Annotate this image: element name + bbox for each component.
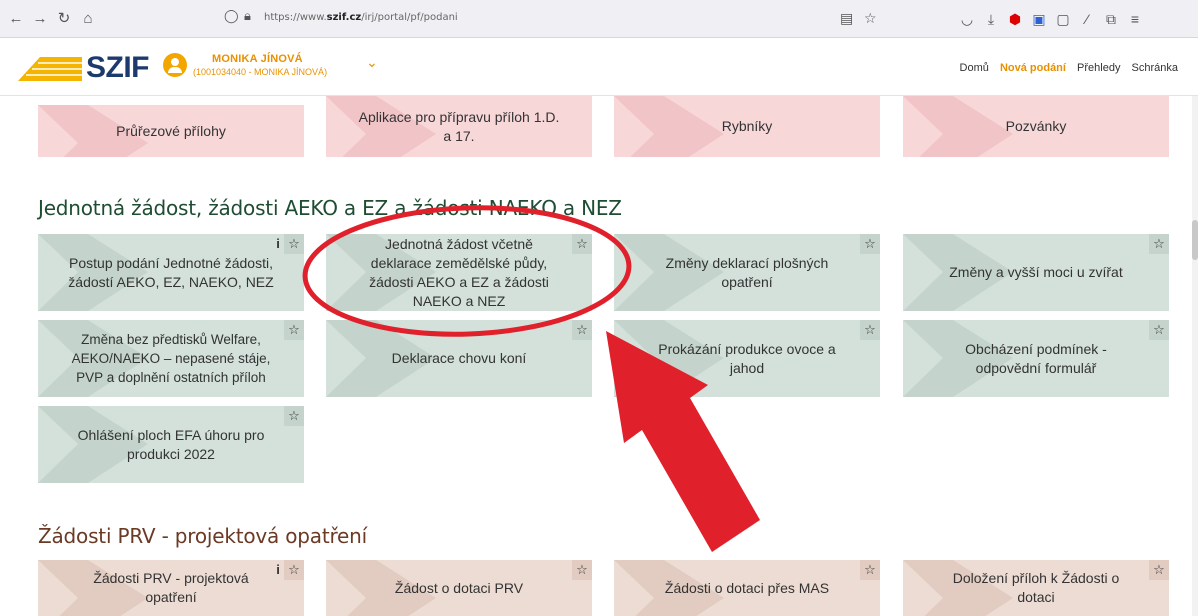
ublock-icon[interactable]: ⬢: [1006, 10, 1024, 28]
scrollbar-thumb[interactable]: [1192, 220, 1198, 260]
url-prefix: https://www.: [264, 12, 327, 23]
tile-label: Průřezové přílohy: [116, 122, 226, 139]
menu-icon[interactable]: ≡: [1126, 10, 1144, 28]
nav-new-submission[interactable]: Nová podání: [1000, 62, 1066, 74]
tile-label: Pozvánky: [1005, 118, 1067, 134]
tile-aplikace-prilohy[interactable]: Aplikace pro přípravu příloh 1.D. a 17.: [326, 96, 592, 157]
tile-zmeny-zvirat[interactable]: Změny a vyšší moci u zvířat ☆: [903, 234, 1169, 311]
logo-text[interactable]: SZIF: [86, 51, 150, 85]
star-icon[interactable]: ☆: [572, 320, 592, 340]
tile-dolozeni-priloh[interactable]: Doložení příloh k Žádosti o dotaci ☆: [903, 560, 1169, 616]
chevron-down-icon[interactable]: ⌄: [366, 54, 378, 71]
download-icon[interactable]: ⤓: [982, 10, 1000, 28]
nav-home[interactable]: Domů: [960, 62, 989, 74]
tile-label: Prokázání produkce ovoce a jahod: [658, 340, 836, 376]
tile-rybniky[interactable]: Rybníky: [614, 96, 880, 157]
tile-zmeny-deklaraci[interactable]: Změny deklarací plošných opatření ☆: [614, 234, 880, 311]
translate-extension-icon[interactable]: ▣: [1030, 10, 1048, 28]
tile-zadost-o-dotaci-prv[interactable]: Žádost o dotaci PRV ☆: [326, 560, 592, 616]
tile-label: Postup podání Jednotné žádosti, žádostí …: [68, 254, 274, 290]
star-icon[interactable]: ☆: [284, 234, 304, 254]
nav-inbox[interactable]: Schránka: [1132, 62, 1178, 74]
reader-icon[interactable]: ▢: [1054, 10, 1072, 28]
tile-label: Změny a vyšší moci u zvířat: [949, 264, 1123, 280]
tile-ohlaseni-efa[interactable]: Ohlášení ploch EFA úhoru pro produkci 20…: [38, 406, 304, 483]
url-text[interactable]: https://www.szif.cz/irj/portal/pf/podani: [264, 12, 458, 23]
star-icon[interactable]: ☆: [1149, 560, 1169, 580]
tile-label: Obcházení podmínek - odpovědní formulář: [965, 340, 1107, 376]
star-icon[interactable]: ☆: [860, 320, 880, 340]
star-icon[interactable]: ☆: [572, 234, 592, 254]
star-icon[interactable]: ☆: [860, 234, 880, 254]
tile-zadosti-mas[interactable]: Žádosti o dotaci přes MAS ☆: [614, 560, 880, 616]
eyedropper-icon[interactable]: ⁄: [1078, 10, 1096, 28]
translate-page-icon[interactable]: ▤: [840, 10, 853, 27]
tile-label: Žádosti PRV - projektová opatření: [93, 570, 249, 605]
tile-label: Jednotná žádost včetně deklarace zeměděl…: [369, 235, 549, 309]
star-icon[interactable]: ☆: [860, 560, 880, 580]
page-scrollbar[interactable]: [1192, 96, 1198, 616]
tile-label: Doložení příloh k Žádosti o dotaci: [952, 570, 1120, 605]
tile-label: Aplikace pro přípravu příloh 1.D. a 17.: [358, 108, 560, 144]
top-nav: Domů Nová podání Přehledy Schránka: [952, 62, 1178, 74]
tile-label: Žádost o dotaci PRV: [394, 579, 524, 596]
back-icon[interactable]: ←: [6, 9, 26, 29]
tile-zadosti-prv[interactable]: Žádosti PRV - projektová opatření i ☆: [38, 560, 304, 616]
star-icon[interactable]: ☆: [284, 560, 304, 580]
user-icon[interactable]: [163, 53, 187, 77]
home-icon[interactable]: ⌂: [78, 9, 98, 29]
star-icon[interactable]: ☆: [572, 560, 592, 580]
tile-pozvanky[interactable]: Pozvánky: [903, 96, 1169, 157]
bookmark-star-icon[interactable]: ☆: [864, 10, 877, 27]
tile-postup-podani[interactable]: Postup podání Jednotné žádosti, žádostí …: [38, 234, 304, 311]
tile-zmena-bez-predtisku[interactable]: Změna bez předtisků Welfare, AEKO/NAEKO …: [38, 320, 304, 397]
tile-deklarace-koni[interactable]: Deklarace chovu koní ☆: [326, 320, 592, 397]
szif-logo-icon[interactable]: [18, 57, 82, 81]
extensions-icon[interactable]: ⧉: [1102, 10, 1120, 28]
tile-prokazani-produkce[interactable]: Prokázání produkce ovoce a jahod ☆: [614, 320, 880, 397]
tile-prurezove-prilohy[interactable]: Průřezové přílohy: [38, 105, 304, 157]
star-icon[interactable]: ☆: [284, 320, 304, 340]
url-path: /irj/portal/pf/podani: [361, 12, 458, 23]
star-icon[interactable]: ☆: [1149, 320, 1169, 340]
shield-outline-icon[interactable]: ◯: [224, 8, 239, 24]
address-bar[interactable]: ◯ 🔒︎ https://www.szif.cz/irj/portal/pf/p…: [208, 5, 892, 33]
tile-obchazeni-podminek[interactable]: Obcházení podmínek - odpovědní formulář …: [903, 320, 1169, 397]
forward-icon[interactable]: →: [30, 9, 50, 29]
tile-jednotna-zadost[interactable]: Jednotná žádost včetně deklarace zeměděl…: [326, 234, 592, 311]
tile-label: Změny deklarací plošných opatření: [665, 254, 829, 290]
site-header: SZIF MONIKA JÍNOVÁ (1001034040 - MONIKA …: [0, 38, 1198, 96]
section-title-jz: Jednotná žádost, žádosti AEKO a EZ a žád…: [38, 196, 622, 220]
user-name[interactable]: MONIKA JÍNOVÁ: [212, 53, 303, 65]
browser-toolbar: ← → ↻ ⌂ ◯ 🔒︎ https://www.szif.cz/irj/por…: [0, 0, 1198, 38]
lock-icon[interactable]: 🔒︎: [244, 8, 251, 24]
star-icon[interactable]: ☆: [1149, 234, 1169, 254]
reload-icon[interactable]: ↻: [54, 9, 74, 29]
tile-label: Ohlášení ploch EFA úhoru pro produkci 20…: [77, 426, 265, 462]
tile-label: Změna bez předtisků Welfare, AEKO/NAEKO …: [71, 332, 271, 385]
pocket-icon[interactable]: ◡: [958, 10, 976, 28]
tile-label: Deklarace chovu koní: [391, 350, 527, 366]
star-icon[interactable]: ☆: [284, 406, 304, 426]
tile-label: Žádosti o dotaci přes MAS: [664, 579, 830, 596]
tile-label: Rybníky: [721, 118, 773, 134]
url-host: szif.cz: [326, 12, 362, 23]
nav-overviews[interactable]: Přehledy: [1077, 62, 1120, 74]
user-id[interactable]: (1001034040 - MONIKA JÍNOVÁ): [193, 67, 327, 77]
section-title-prv: Žádosti PRV - projektová opatření: [38, 524, 367, 548]
